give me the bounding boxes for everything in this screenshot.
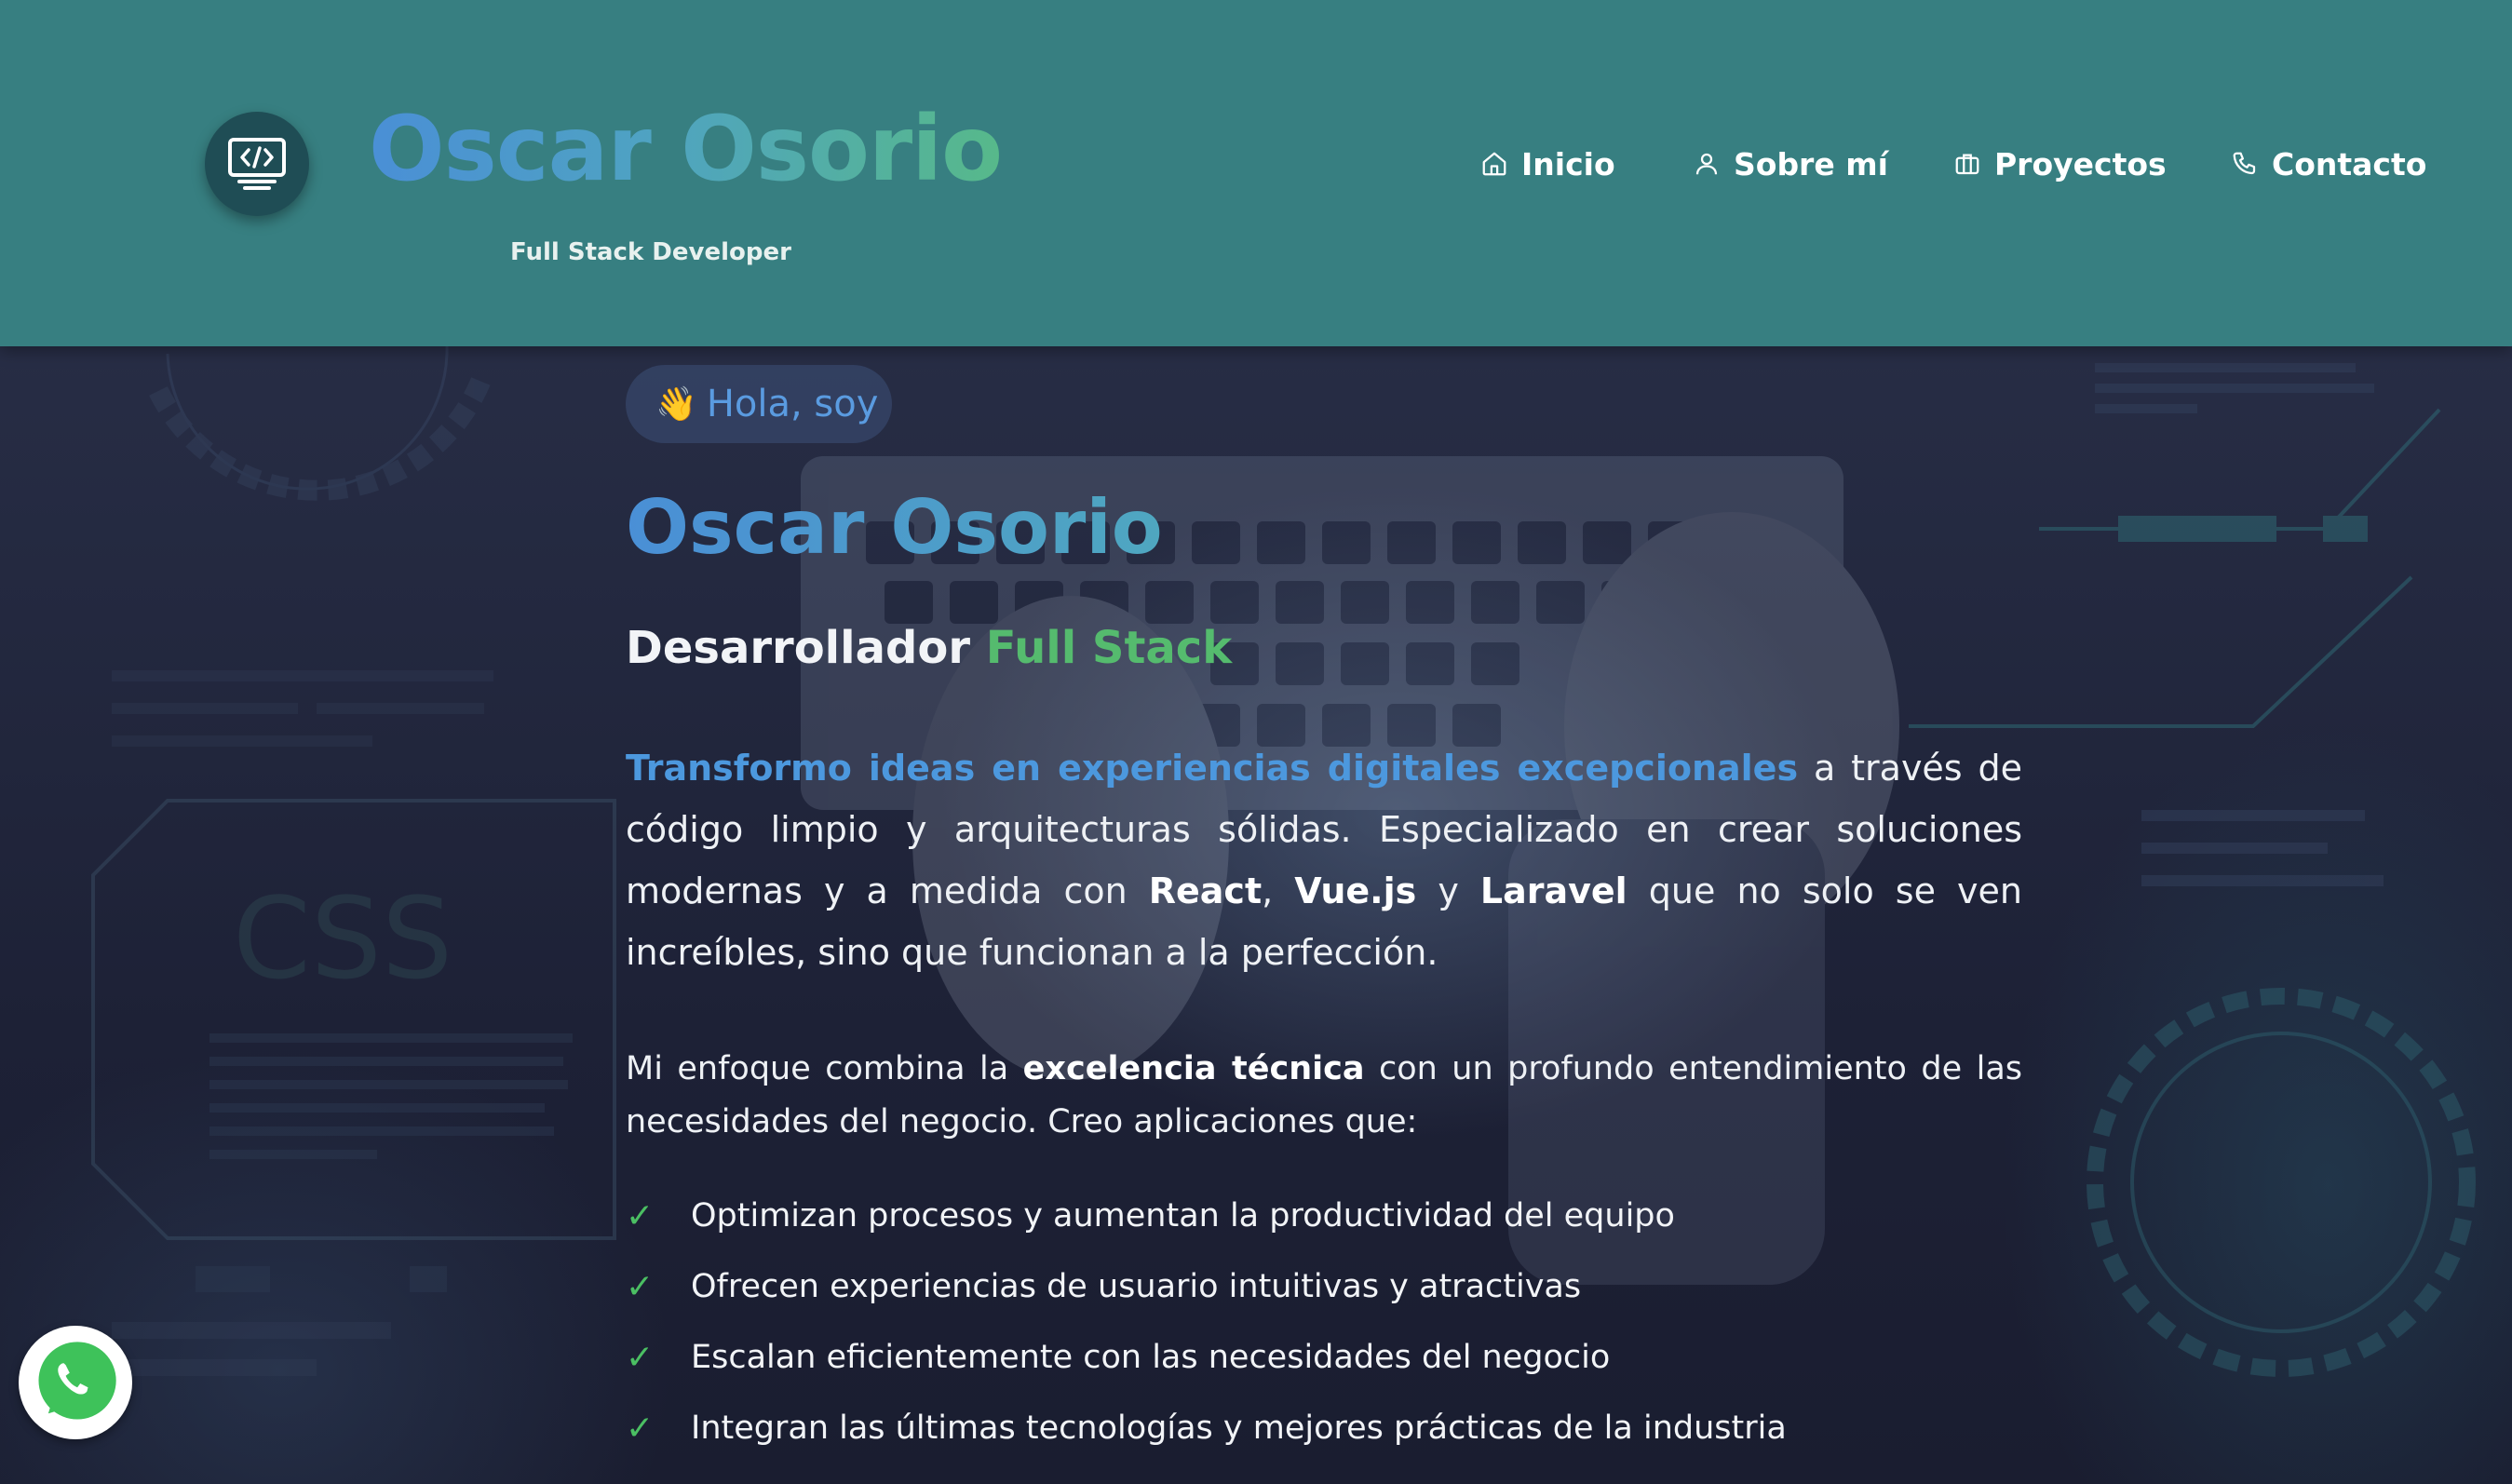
greeting-text: Hola, soy <box>706 383 879 425</box>
role-prefix: Desarrollador <box>626 622 970 674</box>
check-icon: ✓ <box>626 1338 655 1377</box>
nav-label-contacto: Contacto <box>2272 145 2427 182</box>
intro-paragraph: Transformo ideas en experiencias digital… <box>626 737 2022 983</box>
approach-text-1: Mi enfoque combina la <box>626 1050 1023 1087</box>
tech-vue: Vue.js <box>1294 870 1417 911</box>
page: CSS Oscar Osorio Full Stack Developer In… <box>0 0 2512 1484</box>
gear-decoration-left <box>149 344 494 501</box>
tech-laravel: Laravel <box>1479 870 1627 911</box>
role-accent: Full Stack <box>985 622 1233 674</box>
benefits-list: ✓ Optimizan procesos y aumentan la produ… <box>626 1180 2022 1464</box>
benefit-text: Optimizan procesos y aumentan la product… <box>691 1197 1675 1234</box>
list-item: ✓ Integran las últimas tecnologías y mej… <box>626 1393 2022 1464</box>
site-header: Oscar Osorio Full Stack Developer Inicio… <box>0 0 2512 346</box>
check-icon: ✓ <box>626 1409 655 1448</box>
phone-icon <box>2233 152 2256 175</box>
hero-name: Oscar Osorio <box>626 484 1163 571</box>
check-icon: ✓ <box>626 1267 655 1306</box>
user-icon <box>1695 153 1718 175</box>
greeting-badge: 👋 Hola, soy <box>626 365 892 443</box>
benefit-text: Escalan eficientemente con las necesidad… <box>691 1339 1611 1376</box>
tech-react: React <box>1148 870 1263 911</box>
nav-item-contacto[interactable]: Contacto <box>2231 146 2426 182</box>
svg-text:CSS: CSS <box>233 875 452 1005</box>
list-item: ✓ Escalan eficientemente con las necesid… <box>626 1322 2022 1393</box>
monitor-code-icon <box>228 138 286 190</box>
list-item: ✓ Optimizan procesos y aumentan la produ… <box>626 1180 2022 1251</box>
css-panel-decoration: CSS <box>91 799 616 1292</box>
briefcase-icon <box>1955 154 1979 175</box>
whatsapp-icon <box>38 1342 116 1420</box>
brand-name[interactable]: Oscar Osorio <box>369 97 1003 201</box>
waving-hand-icon: 👋 <box>655 385 697 424</box>
nav-label-proyectos: Proyectos <box>1994 145 2167 182</box>
home-icon <box>1482 152 1506 176</box>
benefit-text: Ofrecen experiencias de usuario intuitiv… <box>691 1268 1582 1305</box>
benefit-text: Integran las últimas tecnologías y mejor… <box>691 1410 1787 1447</box>
nav-item-inicio[interactable]: Inicio <box>1480 146 1615 182</box>
whatsapp-button[interactable] <box>19 1326 132 1439</box>
nav-item-sobre-mi[interactable]: Sobre mí <box>1693 146 1888 182</box>
logo-badge[interactable] <box>205 112 309 216</box>
role-title: Desarrollador Full Stack <box>626 622 1232 674</box>
nav-label-sobre-mi: Sobre mí <box>1734 145 1888 182</box>
nav-label-inicio: Inicio <box>1521 145 1615 182</box>
intro-highlight: Transformo ideas en experiencias digital… <box>626 748 1799 789</box>
approach-bold: excelencia técnica <box>1022 1050 1365 1087</box>
approach-paragraph: Mi enfoque combina la excelencia técnica… <box>626 1043 2022 1149</box>
brand-subtitle: Full Stack Developer <box>510 238 791 266</box>
check-icon: ✓ <box>626 1196 655 1235</box>
nav-item-proyectos[interactable]: Proyectos <box>1953 146 2167 182</box>
tech-separator-1: , <box>1262 870 1295 911</box>
list-item: ✓ Ofrecen experiencias de usuario intuit… <box>626 1251 2022 1322</box>
tech-separator-2: y <box>1416 870 1480 911</box>
